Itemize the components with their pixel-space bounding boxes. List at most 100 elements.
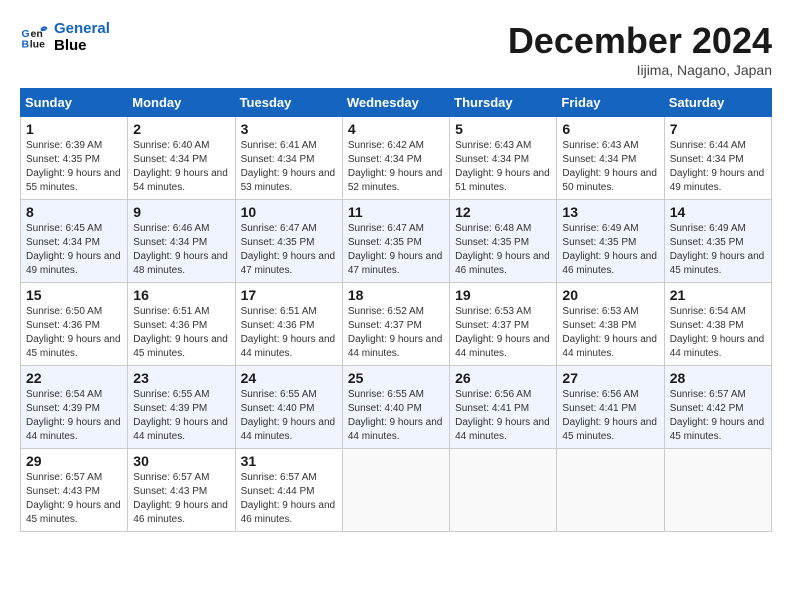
day-cell-28: 28 Sunrise: 6:57 AMSunset: 4:42 PMDaylig… [664, 366, 771, 449]
day-number-28: 28 [670, 370, 766, 386]
day-cell-6: 6 Sunrise: 6:43 AMSunset: 4:34 PMDayligh… [557, 117, 664, 200]
day-number-13: 13 [562, 204, 658, 220]
logo-icon: G en B lue [20, 22, 50, 52]
cell-info-26: Sunrise: 6:56 AMSunset: 4:41 PMDaylight:… [455, 388, 551, 444]
cell-info-25: Sunrise: 6:55 AMSunset: 4:40 PMDaylight:… [348, 388, 444, 444]
day-cell-7: 7 Sunrise: 6:44 AMSunset: 4:34 PMDayligh… [664, 117, 771, 200]
week-row-2: 8 Sunrise: 6:45 AMSunset: 4:34 PMDayligh… [21, 200, 772, 283]
cell-info-13: Sunrise: 6:49 AMSunset: 4:35 PMDaylight:… [562, 222, 658, 278]
day-cell-8: 8 Sunrise: 6:45 AMSunset: 4:34 PMDayligh… [21, 200, 128, 283]
logo: G en B lue General Blue [20, 20, 110, 55]
day-number-25: 25 [348, 370, 444, 386]
day-cell-17: 17 Sunrise: 6:51 AMSunset: 4:36 PMDaylig… [235, 283, 342, 366]
day-cell-25: 25 Sunrise: 6:55 AMSunset: 4:40 PMDaylig… [342, 366, 449, 449]
day-cell-10: 10 Sunrise: 6:47 AMSunset: 4:35 PMDaylig… [235, 200, 342, 283]
header-row: Sunday Monday Tuesday Wednesday Thursday… [21, 89, 772, 117]
day-number-30: 30 [133, 453, 229, 469]
cell-info-4: Sunrise: 6:42 AMSunset: 4:34 PMDaylight:… [348, 139, 444, 195]
day-number-23: 23 [133, 370, 229, 386]
empty-cell [557, 449, 664, 532]
col-tuesday: Tuesday [235, 89, 342, 117]
col-wednesday: Wednesday [342, 89, 449, 117]
title-block: December 2024 Iijima, Nagano, Japan [508, 20, 772, 78]
day-number-14: 14 [670, 204, 766, 220]
calendar-body: 1 Sunrise: 6:39 AMSunset: 4:35 PMDayligh… [21, 117, 772, 532]
empty-cell [450, 449, 557, 532]
day-number-12: 12 [455, 204, 551, 220]
day-number-21: 21 [670, 287, 766, 303]
day-cell-3: 3 Sunrise: 6:41 AMSunset: 4:34 PMDayligh… [235, 117, 342, 200]
cell-info-31: Sunrise: 6:57 AMSunset: 4:44 PMDaylight:… [241, 471, 337, 527]
cell-info-16: Sunrise: 6:51 AMSunset: 4:36 PMDaylight:… [133, 305, 229, 361]
day-cell-31: 31 Sunrise: 6:57 AMSunset: 4:44 PMDaylig… [235, 449, 342, 532]
cell-info-11: Sunrise: 6:47 AMSunset: 4:35 PMDaylight:… [348, 222, 444, 278]
day-cell-30: 30 Sunrise: 6:57 AMSunset: 4:43 PMDaylig… [128, 449, 235, 532]
day-cell-12: 12 Sunrise: 6:48 AMSunset: 4:35 PMDaylig… [450, 200, 557, 283]
day-cell-14: 14 Sunrise: 6:49 AMSunset: 4:35 PMDaylig… [664, 200, 771, 283]
cell-info-20: Sunrise: 6:53 AMSunset: 4:38 PMDaylight:… [562, 305, 658, 361]
day-number-6: 6 [562, 121, 658, 137]
day-cell-23: 23 Sunrise: 6:55 AMSunset: 4:39 PMDaylig… [128, 366, 235, 449]
cell-info-27: Sunrise: 6:56 AMSunset: 4:41 PMDaylight:… [562, 388, 658, 444]
day-cell-4: 4 Sunrise: 6:42 AMSunset: 4:34 PMDayligh… [342, 117, 449, 200]
cell-info-12: Sunrise: 6:48 AMSunset: 4:35 PMDaylight:… [455, 222, 551, 278]
col-sunday: Sunday [21, 89, 128, 117]
day-number-2: 2 [133, 121, 229, 137]
cell-info-9: Sunrise: 6:46 AMSunset: 4:34 PMDaylight:… [133, 222, 229, 278]
day-number-11: 11 [348, 204, 444, 220]
cell-info-8: Sunrise: 6:45 AMSunset: 4:34 PMDaylight:… [26, 222, 122, 278]
day-number-27: 27 [562, 370, 658, 386]
cell-info-23: Sunrise: 6:55 AMSunset: 4:39 PMDaylight:… [133, 388, 229, 444]
cell-info-24: Sunrise: 6:55 AMSunset: 4:40 PMDaylight:… [241, 388, 337, 444]
location: Iijima, Nagano, Japan [508, 62, 772, 78]
col-friday: Friday [557, 89, 664, 117]
svg-text:lue: lue [30, 39, 45, 51]
day-cell-21: 21 Sunrise: 6:54 AMSunset: 4:38 PMDaylig… [664, 283, 771, 366]
day-cell-20: 20 Sunrise: 6:53 AMSunset: 4:38 PMDaylig… [557, 283, 664, 366]
svg-text:B: B [22, 39, 30, 51]
day-number-18: 18 [348, 287, 444, 303]
day-cell-19: 19 Sunrise: 6:53 AMSunset: 4:37 PMDaylig… [450, 283, 557, 366]
day-cell-13: 13 Sunrise: 6:49 AMSunset: 4:35 PMDaylig… [557, 200, 664, 283]
day-cell-22: 22 Sunrise: 6:54 AMSunset: 4:39 PMDaylig… [21, 366, 128, 449]
empty-cell [664, 449, 771, 532]
day-number-24: 24 [241, 370, 337, 386]
day-cell-11: 11 Sunrise: 6:47 AMSunset: 4:35 PMDaylig… [342, 200, 449, 283]
cell-info-29: Sunrise: 6:57 AMSunset: 4:43 PMDaylight:… [26, 471, 122, 527]
cell-info-17: Sunrise: 6:51 AMSunset: 4:36 PMDaylight:… [241, 305, 337, 361]
day-number-10: 10 [241, 204, 337, 220]
cell-info-5: Sunrise: 6:43 AMSunset: 4:34 PMDaylight:… [455, 139, 551, 195]
week-row-1: 1 Sunrise: 6:39 AMSunset: 4:35 PMDayligh… [21, 117, 772, 200]
week-row-5: 29 Sunrise: 6:57 AMSunset: 4:43 PMDaylig… [21, 449, 772, 532]
day-cell-29: 29 Sunrise: 6:57 AMSunset: 4:43 PMDaylig… [21, 449, 128, 532]
empty-cell [342, 449, 449, 532]
day-number-22: 22 [26, 370, 122, 386]
col-monday: Monday [128, 89, 235, 117]
day-cell-27: 27 Sunrise: 6:56 AMSunset: 4:41 PMDaylig… [557, 366, 664, 449]
day-cell-18: 18 Sunrise: 6:52 AMSunset: 4:37 PMDaylig… [342, 283, 449, 366]
cell-info-19: Sunrise: 6:53 AMSunset: 4:37 PMDaylight:… [455, 305, 551, 361]
cell-info-2: Sunrise: 6:40 AMSunset: 4:34 PMDaylight:… [133, 139, 229, 195]
day-cell-5: 5 Sunrise: 6:43 AMSunset: 4:34 PMDayligh… [450, 117, 557, 200]
cell-info-30: Sunrise: 6:57 AMSunset: 4:43 PMDaylight:… [133, 471, 229, 527]
day-number-20: 20 [562, 287, 658, 303]
day-number-4: 4 [348, 121, 444, 137]
day-number-15: 15 [26, 287, 122, 303]
day-number-17: 17 [241, 287, 337, 303]
logo-text: General Blue [54, 20, 110, 55]
day-number-31: 31 [241, 453, 337, 469]
day-number-29: 29 [26, 453, 122, 469]
day-number-26: 26 [455, 370, 551, 386]
cell-info-7: Sunrise: 6:44 AMSunset: 4:34 PMDaylight:… [670, 139, 766, 195]
day-cell-2: 2 Sunrise: 6:40 AMSunset: 4:34 PMDayligh… [128, 117, 235, 200]
cell-info-18: Sunrise: 6:52 AMSunset: 4:37 PMDaylight:… [348, 305, 444, 361]
day-cell-1: 1 Sunrise: 6:39 AMSunset: 4:35 PMDayligh… [21, 117, 128, 200]
day-number-7: 7 [670, 121, 766, 137]
day-cell-15: 15 Sunrise: 6:50 AMSunset: 4:36 PMDaylig… [21, 283, 128, 366]
cell-info-22: Sunrise: 6:54 AMSunset: 4:39 PMDaylight:… [26, 388, 122, 444]
cell-info-10: Sunrise: 6:47 AMSunset: 4:35 PMDaylight:… [241, 222, 337, 278]
col-thursday: Thursday [450, 89, 557, 117]
cell-info-28: Sunrise: 6:57 AMSunset: 4:42 PMDaylight:… [670, 388, 766, 444]
day-number-19: 19 [455, 287, 551, 303]
cell-info-1: Sunrise: 6:39 AMSunset: 4:35 PMDaylight:… [26, 139, 122, 195]
